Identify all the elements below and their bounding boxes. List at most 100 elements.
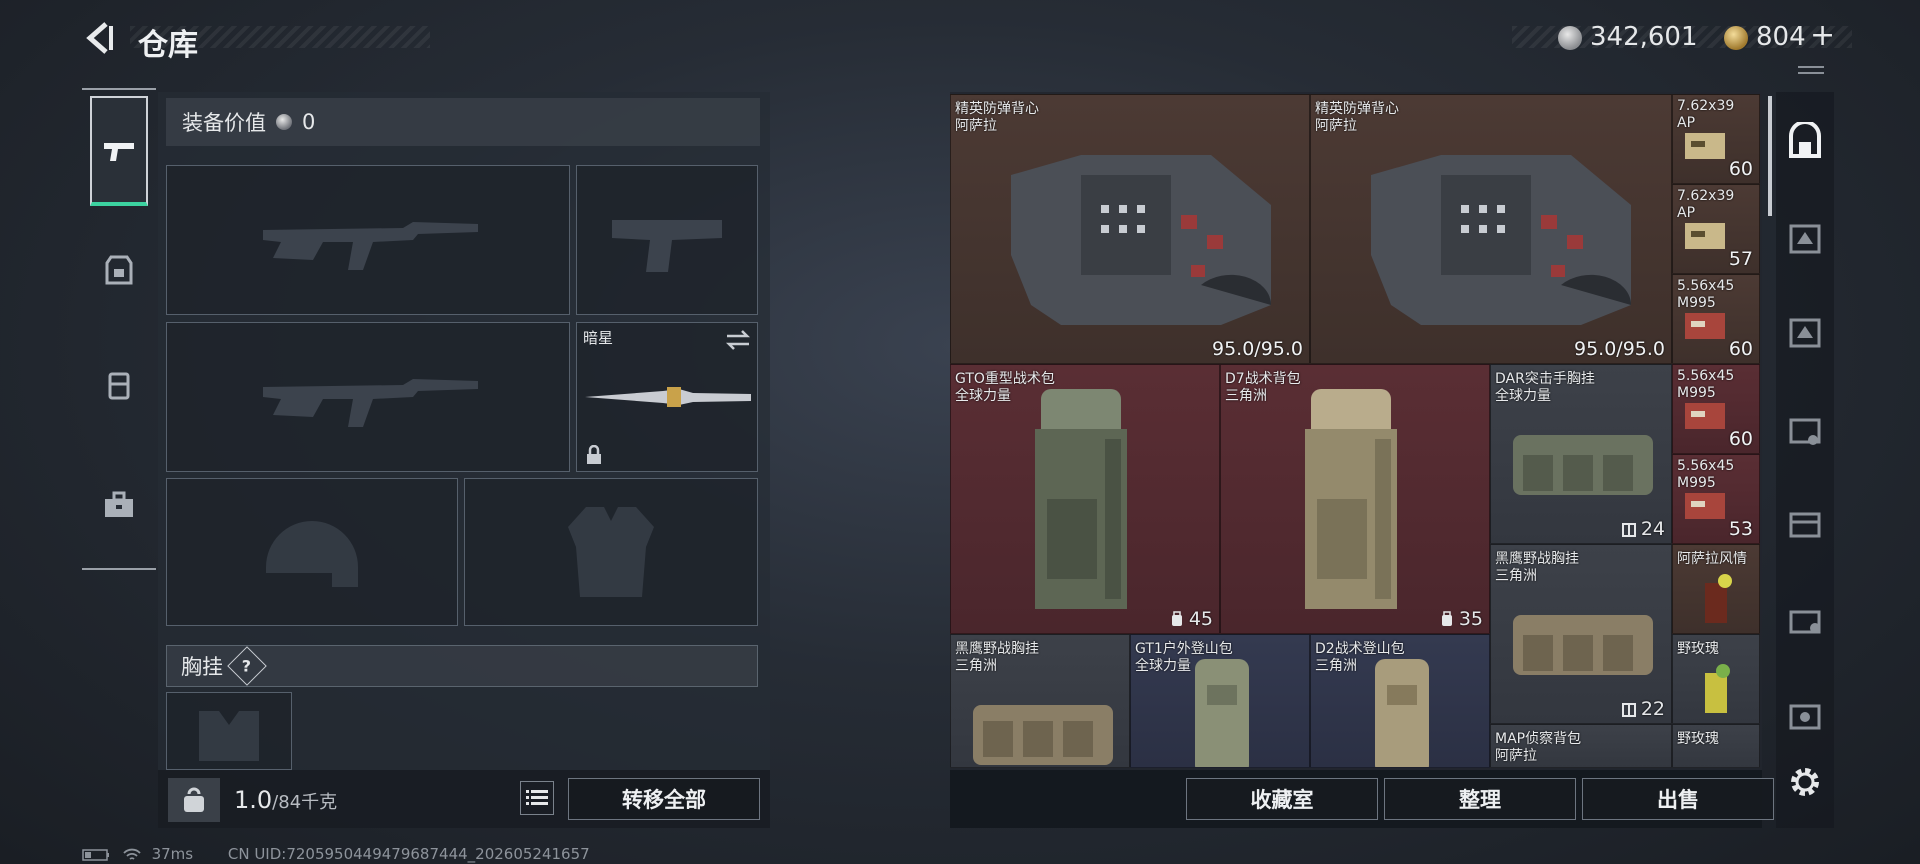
menu-handle-icon[interactable] <box>1798 66 1824 74</box>
ammo-box-image <box>1685 223 1725 249</box>
melee-name: 暗星 <box>583 329 614 347</box>
item-sub: 阿萨拉 <box>955 118 997 134</box>
item-sub: 阿萨拉 <box>1495 748 1537 764</box>
add-currency-button[interactable]: + <box>1810 18 1835 53</box>
organize-button[interactable]: 整理 <box>1384 778 1576 820</box>
chest-rig-slot[interactable] <box>166 692 292 770</box>
stash-tab-2[interactable] <box>1780 212 1830 264</box>
grid-item[interactable]: GTO重型战术包 全球力量 45 <box>950 364 1220 634</box>
stash-icon <box>1789 122 1821 158</box>
item-name: 5.56x45 <box>1677 368 1735 384</box>
item-capacity: 24 <box>1621 518 1665 540</box>
drink-image <box>1705 664 1730 713</box>
grid-item[interactable]: 精英防弹背心 阿萨拉 95.0/95.0 <box>950 94 1310 364</box>
back-button[interactable] <box>82 20 118 56</box>
equipment-value-amount: 0 <box>302 110 316 134</box>
backpack-image <box>1375 659 1429 767</box>
backpack-image <box>1305 389 1397 609</box>
tabs-bottom-divider <box>82 568 156 570</box>
item-name: 阿萨拉风情 <box>1677 551 1747 567</box>
grid-scrollbar[interactable] <box>1768 96 1772 216</box>
item-capacity-value: 24 <box>1640 518 1665 540</box>
vest-image <box>1011 155 1272 325</box>
chest-rig-image <box>1513 435 1653 495</box>
melee-slot[interactable]: 暗星 <box>576 322 758 472</box>
rifle-silhouette-icon <box>263 222 478 270</box>
container-icon <box>1789 704 1821 730</box>
settings-button[interactable] <box>1780 756 1830 808</box>
tab-case[interactable] <box>90 450 148 560</box>
gear-icon <box>1791 768 1819 796</box>
grid-item[interactable]: MAP侦察背包 阿萨拉 <box>1490 724 1672 768</box>
help-button[interactable]: ? <box>227 646 267 686</box>
item-capacity: 35 <box>1439 608 1483 630</box>
grid-item[interactable]: 精英防弹背心 阿萨拉 95.0/95.0 <box>1310 94 1672 364</box>
lock-icon <box>587 445 601 464</box>
tab-armor[interactable] <box>90 215 148 325</box>
transfer-all-button[interactable]: 转移全部 <box>568 778 760 820</box>
item-name: 7.62x39 <box>1677 188 1735 204</box>
container-icon <box>1789 610 1821 634</box>
pistol-slot[interactable] <box>576 165 758 315</box>
vest-silhouette-icon <box>568 507 654 597</box>
grid-item[interactable]: 5.56x45 M995 60 <box>1672 274 1760 364</box>
item-capacity-value: 22 <box>1640 698 1665 720</box>
item-sub: 全球力量 <box>1135 658 1191 674</box>
chest-rig-label: 胸挂 <box>181 655 223 679</box>
helmet-silhouette-icon <box>266 521 358 587</box>
grid-item[interactable]: GT1户外登山包 全球力量 <box>1130 634 1310 768</box>
collection-room-button[interactable]: 收藏室 <box>1186 778 1378 820</box>
swap-icon[interactable] <box>725 329 751 351</box>
item-capacity: 45 <box>1169 608 1213 630</box>
grid-item[interactable]: 野玫瑰 <box>1672 724 1760 768</box>
back-arrow-icon <box>86 22 113 54</box>
armor-slot[interactable] <box>464 478 758 626</box>
list-view-button[interactable] <box>520 781 554 815</box>
primary-weapon-slot[interactable] <box>166 165 570 315</box>
grid-item[interactable]: 5.56x45 M995 60 <box>1672 364 1760 454</box>
stash-tab-6[interactable] <box>1780 594 1830 646</box>
grid-item[interactable]: 5.56x45 M995 53 <box>1672 454 1760 544</box>
grid-item[interactable]: 7.62x39 AP 57 <box>1672 184 1760 274</box>
weight-icon <box>168 778 220 822</box>
tab-weapons[interactable] <box>90 96 148 206</box>
item-name: 野玫瑰 <box>1677 731 1719 747</box>
grid-item[interactable]: 野玫瑰 <box>1672 634 1760 724</box>
grid-item[interactable]: D7战术背包 三角洲 35 <box>1220 364 1490 634</box>
item-count: 60 <box>1728 338 1753 360</box>
chest-rig-image <box>973 705 1113 765</box>
secondary-weapon-slot[interactable] <box>166 322 570 472</box>
silver-currency-value: 342,601 <box>1590 22 1698 52</box>
grid-item[interactable]: 黑鹰野战胸挂 三角洲 22 <box>1490 544 1672 724</box>
status-bar: 37ms CN UID:7205950449479687444_20260524… <box>82 845 590 863</box>
grid-item[interactable]: 阿萨拉风情 <box>1672 544 1760 634</box>
stash-tab-3[interactable] <box>1780 306 1830 358</box>
weight-current: 1.0 <box>234 786 273 814</box>
item-sub: 阿萨拉 <box>1315 118 1357 134</box>
bag-capacity-icon <box>1441 611 1452 626</box>
grid-item[interactable]: D2战术登山包 三角洲 <box>1310 634 1490 768</box>
grid-item[interactable]: 7.62x39 AP 60 <box>1672 94 1760 184</box>
stash-tab-5[interactable] <box>1780 498 1830 550</box>
wifi-icon <box>123 848 141 860</box>
tab-backpack[interactable] <box>90 330 148 440</box>
vest-image <box>1371 155 1632 325</box>
bag-capacity-icon <box>1171 611 1182 626</box>
item-name: 野玫瑰 <box>1677 641 1719 657</box>
stash-tab-4[interactable] <box>1780 404 1830 456</box>
pistol-silhouette-icon <box>612 220 722 272</box>
sell-button[interactable]: 出售 <box>1582 778 1774 820</box>
container-icon <box>1789 224 1821 254</box>
backpack-icon <box>108 372 130 400</box>
item-count: 60 <box>1728 158 1753 180</box>
stash-tab-1[interactable] <box>1780 116 1830 168</box>
battery-icon <box>82 848 109 861</box>
helmet-slot[interactable] <box>166 478 458 626</box>
item-count: 60 <box>1728 428 1753 450</box>
list-icon <box>526 790 548 805</box>
chest-rig-image <box>1513 615 1653 675</box>
ammo-box-image <box>1685 313 1725 339</box>
grid-item[interactable]: 黑鹰野战胸挂 三角洲 <box>950 634 1130 768</box>
grid-item[interactable]: DAR突击手胸挂 全球力量 24 <box>1490 364 1672 544</box>
stash-tab-7[interactable] <box>1780 690 1830 742</box>
